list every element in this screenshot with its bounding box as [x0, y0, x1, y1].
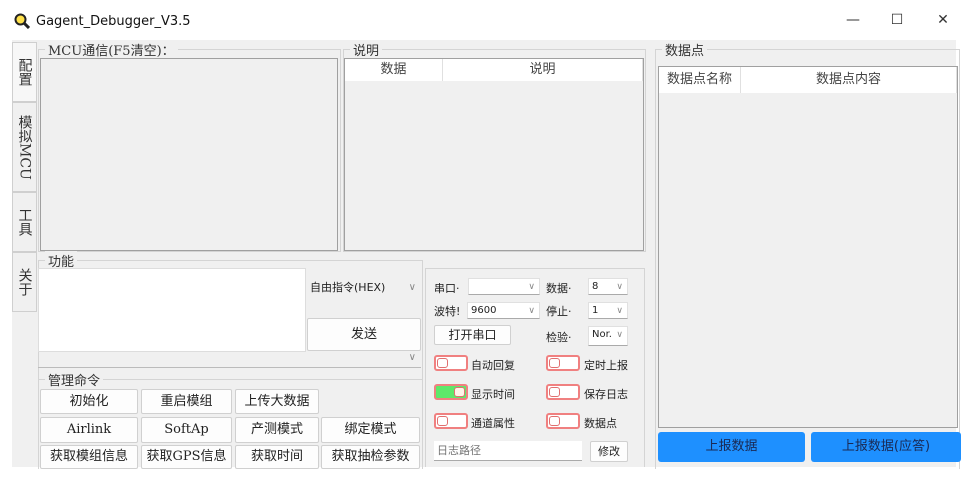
port-label: 串口· [434, 282, 460, 295]
tab-simulate-mcu[interactable]: 模拟MCU [12, 102, 37, 192]
datapoints-table[interactable]: 数据点名称 数据点内容 [658, 66, 958, 428]
column-header-data[interactable]: 数据 [345, 59, 443, 81]
report-data-button[interactable]: 上报数据 [658, 432, 805, 462]
report-data-ack-button[interactable]: 上报数据(应答) [811, 432, 961, 462]
baud-select[interactable]: 9600 ∨ [467, 302, 540, 319]
tab-config[interactable]: 配置 [12, 42, 37, 102]
production-test-button[interactable]: 产测模式 [235, 417, 319, 443]
log-path-input[interactable] [434, 441, 582, 461]
chevron-down-icon: ∨ [528, 282, 535, 292]
stop-bits-label: 停止· [546, 305, 572, 318]
desc-label: 说明 [350, 40, 383, 59]
chevron-down-icon: ∨ [616, 306, 623, 316]
get-gps-info-button[interactable]: 获取GPS信息 [141, 445, 232, 469]
column-header-dp-name[interactable]: 数据点名称 [659, 67, 741, 93]
show-time-toggle[interactable] [434, 384, 468, 400]
stop-bits-select[interactable]: 1 ∨ [588, 302, 628, 319]
get-time-button[interactable]: 获取时间 [235, 445, 319, 469]
get-module-info-button[interactable]: 获取模组信息 [40, 445, 138, 469]
channel-attr-label: 通道属性 [471, 417, 515, 430]
get-sampling-params-button[interactable]: 获取抽检参数 [321, 445, 420, 469]
window-title: Gagent_Debugger_V3.5 [36, 14, 191, 29]
timed-report-toggle[interactable] [546, 355, 580, 371]
desc-table[interactable]: 数据 说明 [344, 58, 644, 251]
stop-bits-value: 1 [592, 305, 599, 316]
datapoint-label: 数据点 [584, 417, 617, 430]
parity-label: 检验· [546, 331, 572, 344]
mcu-log-textarea[interactable] [40, 58, 338, 251]
port-select[interactable]: ∨ [468, 278, 540, 295]
data-bits-label: 数据· [546, 282, 572, 295]
command-input[interactable] [38, 268, 306, 352]
column-header-dp-content[interactable]: 数据点内容 [741, 67, 957, 93]
command-type-value: 自由指令(HEX) [310, 281, 386, 294]
parity-select[interactable]: Nor. ∨ [588, 326, 628, 346]
minimize-button[interactable]: — [838, 8, 868, 32]
close-button[interactable]: ✕ [928, 8, 958, 32]
datapoint-toggle[interactable] [546, 413, 580, 429]
data-bits-value: 8 [592, 281, 599, 292]
chevron-down-icon: ∨ [528, 306, 535, 316]
mgmt-label: 管理命令 [45, 370, 104, 389]
softap-button[interactable]: SoftAp [141, 417, 232, 443]
bind-mode-button[interactable]: 绑定模式 [321, 417, 420, 443]
parity-value: Nor. [592, 329, 612, 340]
auto-reply-toggle[interactable] [434, 355, 468, 371]
upload-big-data-button[interactable]: 上传大数据 [235, 389, 319, 414]
init-button[interactable]: 初始化 [40, 389, 138, 414]
channel-attr-toggle[interactable] [434, 413, 468, 429]
command-type-select[interactable]: 自由指令(HEX) ∨ [307, 275, 421, 301]
open-port-button[interactable]: 打开串口 [434, 325, 511, 345]
chevron-down-icon: ∨ [408, 282, 416, 293]
chevron-down-icon: ∨ [616, 282, 623, 292]
datapoints-label: 数据点 [662, 40, 708, 59]
tab-tools[interactable]: 工具 [12, 192, 37, 252]
column-header-desc[interactable]: 说明 [443, 59, 643, 81]
chevron-down-icon: ∨ [408, 352, 416, 363]
mcu-comm-label: MCU通信(F5清空)： [45, 40, 178, 59]
data-bits-select[interactable]: 8 ∨ [588, 278, 628, 295]
baud-label: 波特! [434, 305, 461, 318]
chevron-down-icon: ∨ [616, 330, 623, 340]
save-log-toggle[interactable] [546, 384, 580, 400]
baud-value: 9600 [471, 305, 497, 316]
history-select[interactable]: ∨ [38, 352, 421, 368]
restart-module-button[interactable]: 重启模组 [141, 389, 232, 414]
maximize-button[interactable]: ☐ [882, 8, 912, 32]
show-time-label: 显示时间 [471, 388, 515, 401]
modify-button[interactable]: 修改 [590, 441, 628, 462]
save-log-label: 保存日志 [584, 388, 628, 401]
app-icon [14, 13, 30, 29]
auto-reply-label: 自动回复 [471, 359, 515, 372]
timed-report-label: 定时上报 [584, 359, 628, 372]
send-button[interactable]: 发送 [307, 318, 421, 351]
tab-about[interactable]: 关于 [12, 252, 37, 312]
airlink-button[interactable]: Airlink [40, 417, 138, 443]
